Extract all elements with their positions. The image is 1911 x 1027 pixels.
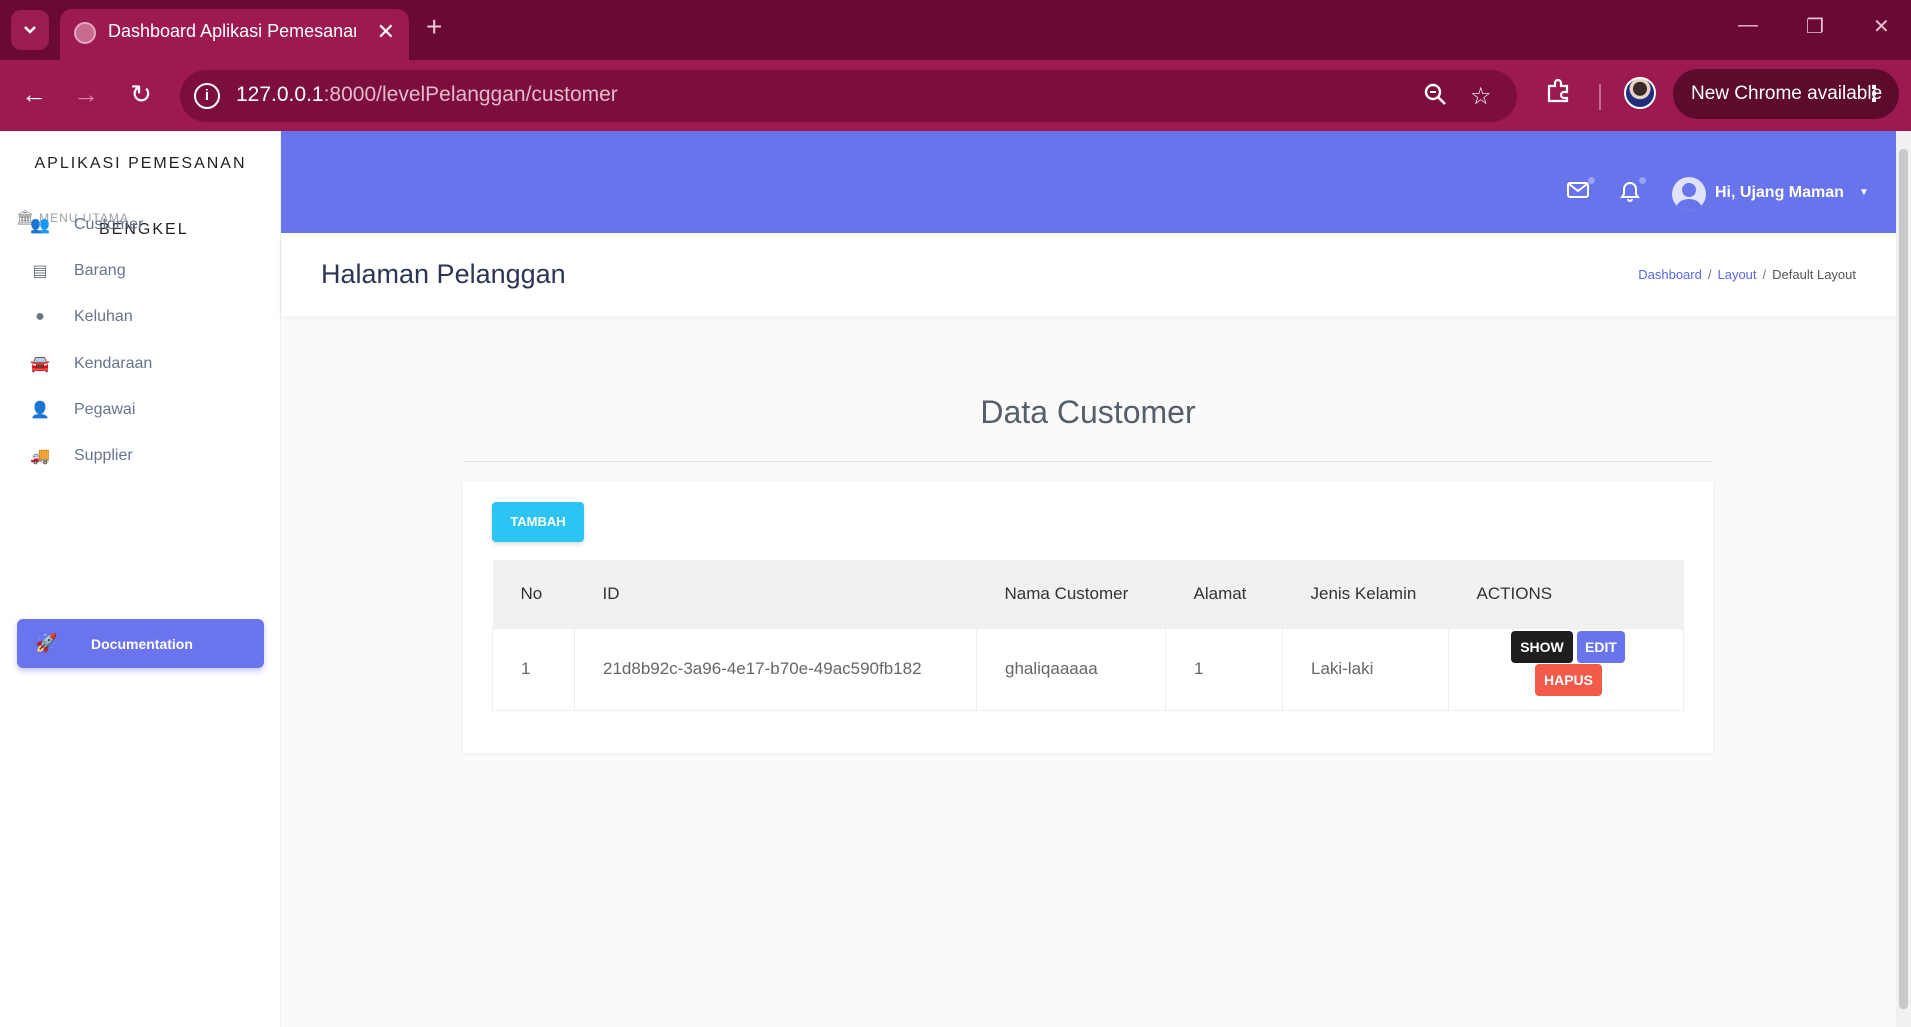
- extensions-icon[interactable]: [1546, 78, 1572, 106]
- sidebar-item-label: Barang: [74, 262, 126, 279]
- forward-icon[interactable]: →: [68, 76, 104, 112]
- scrollbar-thumb[interactable]: [1899, 149, 1908, 1009]
- sidebar-item-label: Customer: [74, 216, 144, 233]
- toolbar-divider: [1599, 84, 1601, 110]
- section-divider: [463, 461, 1713, 462]
- sidebar-item-pegawai[interactable]: 👤 Pegawai: [0, 388, 281, 432]
- cell-id: 21d8b92c-3a96-4e17-b70e-49ac590fb182: [574, 627, 977, 711]
- column-header-alamat: Alamat: [1165, 560, 1283, 628]
- sidebar-item-label: Keluhan: [74, 308, 133, 325]
- sidebar: APLIKASI PEMESANAN 🏛 MENU UTAMA BENGKEL …: [0, 131, 281, 1027]
- documentation-label: Documentation: [91, 635, 193, 652]
- minimize-icon[interactable]: —: [1738, 14, 1758, 37]
- breadcrumb-divider: /: [1707, 267, 1712, 282]
- site-info-icon[interactable]: i: [194, 83, 220, 109]
- globe-icon: [74, 22, 96, 44]
- zoom-icon[interactable]: [1423, 82, 1447, 113]
- sidebar-item-barang[interactable]: ▤ Barang: [0, 249, 281, 293]
- column-header-no: No: [492, 560, 575, 628]
- add-customer-button[interactable]: TAMBAH: [492, 502, 584, 542]
- sidebar-item-label: Pegawai: [74, 401, 136, 418]
- breadcrumb-dashboard[interactable]: Dashboard: [1638, 267, 1702, 282]
- customer-card: TAMBAH No ID Nama Customer Alamat Jenis …: [463, 481, 1713, 753]
- notification-badge: [1639, 177, 1646, 184]
- column-header-actions: ACTIONS: [1448, 560, 1684, 628]
- breadcrumb-divider: /: [1762, 267, 1767, 282]
- edit-button[interactable]: EDIT: [1577, 630, 1625, 663]
- page-header: Halaman Pelanggan Dashboard / Layout / Defau…: [281, 233, 1896, 316]
- page-title: Halaman Pelanggan: [321, 259, 566, 289]
- url-text[interactable]: 127.0.0.1:8000/levelPelanggan/customer: [236, 83, 618, 107]
- reload-icon[interactable]: ↻: [123, 76, 159, 112]
- breadcrumb-layout[interactable]: Layout: [1717, 267, 1756, 282]
- new-tab-icon[interactable]: +: [426, 12, 442, 42]
- cell-no: 1: [492, 627, 575, 711]
- avatar[interactable]: [1672, 177, 1706, 211]
- sidebar-item-label: Kendaraan: [74, 355, 153, 372]
- top-navbar: Hi, Ujang Maman ▼: [281, 131, 1896, 233]
- rocket-icon: 🚀: [35, 633, 58, 653]
- breadcrumb-current: Default Layout: [1772, 267, 1856, 282]
- table-row: 1 21d8b92c-3a96-4e17-b70e-49ac590fb182 g…: [492, 627, 1684, 711]
- bell-icon[interactable]: [1620, 177, 1646, 209]
- url-host: 127.0.0.1: [236, 83, 324, 106]
- user-greeting[interactable]: Hi, Ujang Maman: [1715, 184, 1844, 202]
- back-icon[interactable]: ←: [16, 76, 52, 112]
- sidebar-item-keluhan[interactable]: ● Keluhan: [0, 295, 281, 339]
- sidebar-item-label: Supplier: [74, 447, 133, 464]
- page-scrollbar[interactable]: [1896, 131, 1911, 1027]
- address-bar[interactable]: i 127.0.0.1:8000/levelPelanggan/customer…: [180, 70, 1517, 122]
- cell-alamat: 1: [1165, 627, 1283, 711]
- column-header-nama: Nama Customer: [976, 560, 1166, 628]
- column-header-jenis-kelamin: Jenis Kelamin: [1282, 560, 1449, 628]
- exclamation-icon: ●: [35, 308, 45, 325]
- truck-icon: 🚚: [30, 448, 50, 465]
- show-button[interactable]: SHOW: [1511, 630, 1573, 663]
- browser-tabstrip: Dashboard Aplikasi Pemesanan ✕ + — ❐ ✕: [0, 0, 1911, 60]
- section-title: Data Customer: [980, 394, 1196, 430]
- restore-icon[interactable]: ❐: [1806, 14, 1824, 39]
- sidebar-item-kendaraan[interactable]: 🚘 Kendaraan: [0, 342, 281, 386]
- delete-button[interactable]: HAPUS: [1535, 663, 1602, 696]
- chrome-update-label: New Chrome available: [1691, 83, 1883, 104]
- sidebar-item-customer[interactable]: 👥 Customer: [0, 203, 281, 247]
- chrome-update-button[interactable]: New Chrome available ⋮: [1673, 69, 1899, 119]
- sidebar-item-supplier[interactable]: 🚚 Supplier: [0, 434, 281, 478]
- bookmark-star-icon[interactable]: ☆: [1470, 82, 1492, 111]
- mail-badge: [1588, 177, 1595, 184]
- mail-icon[interactable]: [1567, 177, 1595, 205]
- cell-nama: ghaliqaaaaa: [976, 627, 1166, 711]
- users-icon: 👥: [30, 217, 50, 234]
- table-header-row: No ID Nama Customer Alamat Jenis Kelamin…: [492, 560, 1684, 628]
- brand-title[interactable]: APLIKASI PEMESANAN: [0, 155, 281, 173]
- browser-toolbar: ← → ↻ i 127.0.0.1:8000/levelPelanggan/cu…: [0, 60, 1911, 131]
- url-path: :8000/levelPelanggan/customer: [323, 83, 618, 106]
- box-icon: ▤: [32, 263, 48, 280]
- caret-down-icon[interactable]: ▼: [1859, 187, 1869, 198]
- tab-search-button[interactable]: [11, 10, 49, 50]
- tab-title: Dashboard Aplikasi Pemesanan: [108, 21, 356, 41]
- documentation-button[interactable]: 🚀 Documentation: [17, 619, 264, 668]
- customer-table: No ID Nama Customer Alamat Jenis Kelamin…: [492, 560, 1684, 711]
- profile-avatar[interactable]: [1624, 77, 1656, 109]
- action-buttons: SHOW EDIT HAPUS: [1511, 630, 1631, 711]
- cell-actions: SHOW EDIT HAPUS: [1448, 627, 1684, 711]
- more-menu-icon[interactable]: ⋮: [1863, 69, 1885, 119]
- tab-close-icon[interactable]: ✕: [377, 19, 395, 45]
- chevron-down-icon: [24, 26, 36, 34]
- column-header-id: ID: [574, 560, 977, 628]
- car-icon: 🚘: [30, 356, 50, 373]
- breadcrumb: Dashboard / Layout / Default Layout: [1638, 267, 1856, 282]
- user-icon: 👤: [30, 402, 50, 419]
- cell-jenis-kelamin: Laki-laki: [1282, 627, 1449, 711]
- browser-tab[interactable]: Dashboard Aplikasi Pemesanan ✕: [60, 9, 409, 60]
- close-window-icon[interactable]: ✕: [1873, 14, 1890, 39]
